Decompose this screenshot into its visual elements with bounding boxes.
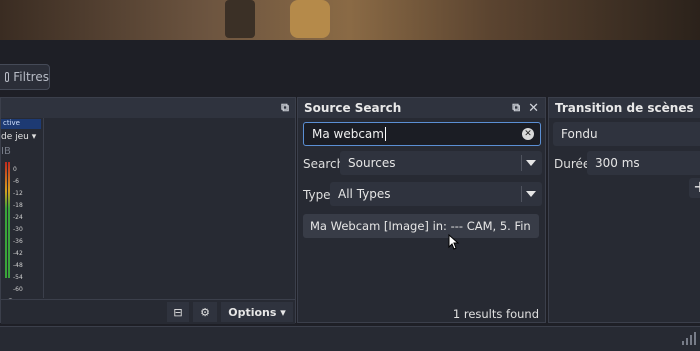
filters-button[interactable]: Filtres xyxy=(0,64,50,90)
preview-figure xyxy=(290,0,330,38)
mouse-cursor-icon xyxy=(448,234,459,250)
preview-canvas xyxy=(0,0,700,40)
scene-transition-dock: Transition de scènes Fondu Durée 300 ms … xyxy=(548,97,700,323)
dock-title: Source Search xyxy=(304,101,402,115)
dock-title: Transition de scènes xyxy=(555,101,694,115)
filter-icon xyxy=(5,72,10,82)
active-badge: ctive xyxy=(1,119,41,129)
status-bar xyxy=(0,326,700,351)
db-label: IB xyxy=(1,146,11,157)
divider xyxy=(43,118,44,298)
tick-label: -36 xyxy=(13,238,23,245)
transition-title-bar: Transition de scènes xyxy=(549,98,700,118)
transition-select[interactable]: Fondu xyxy=(553,122,700,146)
duration-input[interactable]: 300 ms xyxy=(587,151,700,175)
source-search-dock: Source Search ⧉ ✕ Ma webcam ✕ Search: So… xyxy=(297,97,546,323)
gear-icon[interactable]: ⚙ xyxy=(193,302,217,322)
search-result-item[interactable]: Ma Webcam [Image] in: --- CAM, 5. Fin xyxy=(303,214,539,238)
type-select[interactable]: All Types xyxy=(330,182,542,206)
preview-gap xyxy=(0,40,700,62)
meter-ticks: 0 -6 -12 -18 -24 -30 -36 -42 -48 -54 -60 xyxy=(13,164,23,296)
tick-label: -24 xyxy=(13,214,23,221)
mixer-channel: ctive de jeu ▾ IB 0 -6 -12 -18 -24 -30 -… xyxy=(1,118,43,308)
divider xyxy=(0,93,700,96)
audio-mixer-dock: ⧉ ctive de jeu ▾ IB 0 -6 -12 -18 -24 -30… xyxy=(0,97,296,324)
filters-label: Filtres xyxy=(13,70,49,84)
duration-label: Durée xyxy=(554,157,591,171)
search-title-bar: Source Search ⧉ ✕ xyxy=(298,98,545,118)
mixer-title-bar: ⧉ xyxy=(1,98,295,118)
signal-icon xyxy=(682,332,696,345)
close-icon[interactable]: ✕ xyxy=(528,101,539,116)
tick-label: -48 xyxy=(13,262,23,269)
search-scope-select[interactable]: Sources xyxy=(340,151,542,175)
clear-icon[interactable]: ✕ xyxy=(522,128,534,140)
undock-icon[interactable]: ⧉ xyxy=(512,101,520,115)
results-count: 1 results found xyxy=(452,307,539,321)
device-label[interactable]: de jeu ▾ xyxy=(1,132,36,142)
tick-label: -60 xyxy=(13,286,23,293)
search-input[interactable]: Ma webcam ✕ xyxy=(303,122,541,146)
mixer-toolbar: ⊟ ⚙ Options ▾ xyxy=(1,299,295,324)
tick-label: -6 xyxy=(13,178,19,185)
tick-label: 0 xyxy=(13,166,17,173)
volume-meter xyxy=(5,162,7,278)
preview-figure xyxy=(225,0,255,38)
layout-icon[interactable]: ⊟ xyxy=(167,302,189,322)
undock-icon[interactable]: ⧉ xyxy=(281,101,289,115)
tick-label: -54 xyxy=(13,274,23,281)
options-button[interactable]: Options ▾ xyxy=(221,302,293,322)
tick-label: -12 xyxy=(13,190,23,197)
tick-label: -30 xyxy=(13,226,23,233)
volume-meter xyxy=(8,162,10,278)
tick-label: -42 xyxy=(13,250,23,257)
tick-label: -18 xyxy=(13,202,23,209)
add-transition-button[interactable]: + xyxy=(689,178,700,198)
